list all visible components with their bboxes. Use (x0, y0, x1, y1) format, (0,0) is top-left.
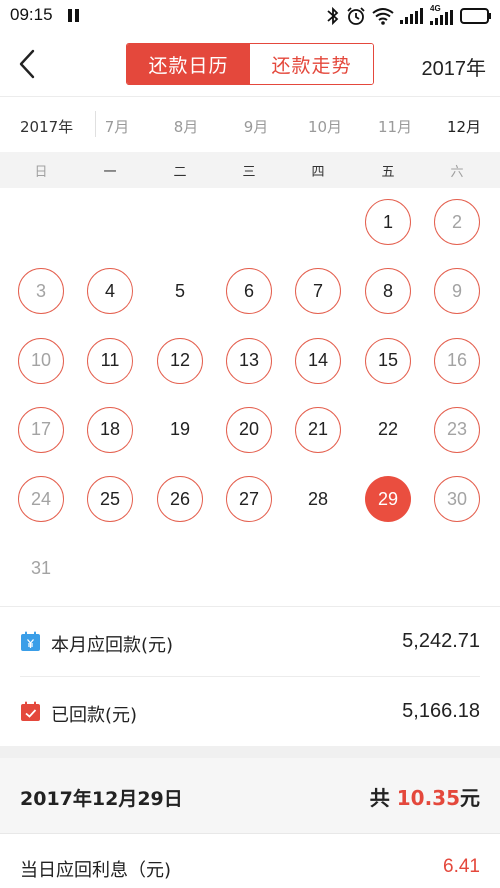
interest-row: 当日应回利息（元) 6.41 (0, 834, 500, 888)
calendar-day[interactable]: 3 (18, 268, 64, 315)
month-item[interactable]: 8月 (161, 116, 211, 137)
calendar-day[interactable]: 17 (18, 406, 64, 453)
calendar-day[interactable]: 2 (434, 199, 480, 245)
status-time: 09:15 (10, 5, 53, 24)
signal-4g-icon: 4G (430, 4, 454, 25)
tab-repayment-trend[interactable]: 还款走势 (250, 44, 373, 84)
calendar-day[interactable]: 11 (87, 337, 133, 384)
calendar-day[interactable]: 25 (87, 476, 133, 523)
calendar-day[interactable]: 22 (365, 407, 411, 453)
month-strip: 2017年 7月 8月 9月 10月 11月 12月 (0, 96, 500, 152)
calendar-day[interactable]: 19 (157, 407, 203, 453)
calendar-yuan-icon (21, 631, 40, 651)
pause-icon (68, 9, 80, 22)
calendar-day[interactable]: 15 (365, 337, 411, 384)
calendar-day[interactable]: 18 (87, 406, 133, 453)
month-item[interactable]: 7月 (92, 116, 142, 137)
calendar-day[interactable]: 10 (18, 337, 64, 384)
calendar-day[interactable]: 20 (226, 406, 272, 453)
total-prefix: 共 (369, 786, 397, 810)
wifi-icon (372, 8, 394, 25)
calendar-check-icon (21, 701, 40, 721)
interest-label: 当日应回利息（元) (20, 860, 172, 881)
weekday-label: 日 (34, 165, 48, 180)
month-item[interactable]: 10月 (300, 116, 350, 137)
calendar-day[interactable]: 23 (434, 406, 480, 453)
status-icons: 4G (326, 4, 492, 28)
signal-icon (400, 8, 423, 24)
calendar-day[interactable]: 1 (365, 199, 411, 245)
calendar-day[interactable]: 14 (295, 337, 341, 384)
calendar-grid: 1 2 3 4 5 6 7 8 9 10 11 12 13 14 15 16 17 18 19 20 21 22 23 24 2… (0, 188, 500, 606)
calendar-day[interactable]: 13 (226, 337, 272, 384)
weekday-label: 一 (103, 165, 117, 180)
calendar-day[interactable]: 4 (87, 268, 133, 315)
day-detail-header: 2017年12月29日 共 10.35元 (0, 758, 500, 834)
tab-repayment-calendar[interactable]: 还款日历 (127, 44, 250, 84)
calendar-day[interactable]: 27 (226, 476, 272, 523)
received-value: 5,166.18 (402, 700, 480, 722)
section-gap (0, 746, 500, 758)
calendar-day[interactable]: 24 (18, 476, 64, 523)
weekday-label: 三 (242, 165, 256, 180)
weekday-label: 四 (311, 165, 325, 180)
back-arrow-icon (19, 49, 35, 79)
interest-value: 6.41 (443, 856, 480, 877)
summary-received-row: 已回款(元) 5,166.18 (20, 677, 480, 747)
due-label: 本月应回款(元) (51, 635, 174, 656)
calendar-day[interactable]: 7 (295, 268, 341, 315)
detail-total: 共 10.35元 (370, 782, 480, 811)
weekday-label: 二 (173, 165, 187, 180)
detail-date: 2017年12月29日 (20, 788, 183, 810)
alarm-icon (347, 7, 365, 25)
due-value: 5,242.71 (402, 630, 480, 652)
weekday-header: 日一二三四五六 (0, 152, 500, 188)
calendar-day[interactable]: 16 (434, 337, 480, 384)
weekday-label: 六 (450, 165, 464, 180)
calendar-day[interactable]: 12 (157, 337, 203, 384)
calendar-day[interactable]: 28 (295, 476, 341, 522)
back-button[interactable] (10, 46, 46, 82)
calendar-day[interactable]: 8 (365, 268, 411, 315)
calendar-day-selected[interactable]: 29 (365, 476, 411, 523)
battery-icon (460, 8, 491, 24)
calendar-day[interactable]: 26 (157, 476, 203, 523)
total-amount: 10.35 (396, 786, 460, 810)
bluetooth-icon (327, 6, 339, 26)
calendar-day[interactable]: 5 (157, 268, 203, 314)
calendar-day[interactable]: 6 (226, 268, 272, 315)
status-bar: 09:15 4G (0, 0, 500, 32)
month-strip-year: 2017年 (20, 118, 74, 136)
total-suffix: 元 (460, 786, 480, 810)
received-label: 已回款(元) (51, 705, 138, 726)
monthly-summary: 本月应回款(元) 5,242.71 已回款(元) 5,166.18 (0, 606, 500, 746)
month-item[interactable]: 12月 (439, 116, 489, 137)
calendar-day[interactable]: 31 (18, 546, 64, 592)
summary-due-row: 本月应回款(元) 5,242.71 (20, 607, 480, 677)
calendar-day[interactable]: 30 (434, 476, 480, 523)
view-switcher: 还款日历 还款走势 (126, 43, 374, 85)
weekday-label: 五 (381, 165, 395, 180)
month-item[interactable]: 9月 (231, 116, 281, 137)
month-item[interactable]: 11月 (370, 116, 420, 137)
calendar-day[interactable]: 9 (434, 268, 480, 315)
calendar-day[interactable]: 21 (295, 406, 341, 453)
year-selector[interactable]: 2017年 (422, 52, 487, 81)
header: 还款日历 还款走势 2017年 (0, 32, 500, 96)
